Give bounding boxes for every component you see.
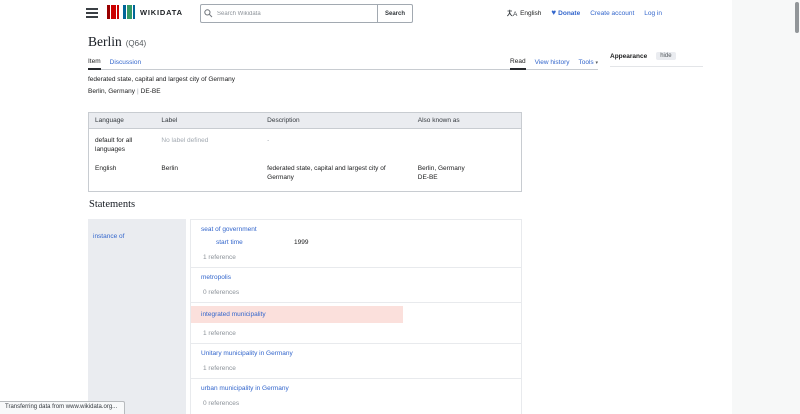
references-toggle[interactable]: 0 references — [191, 400, 521, 407]
qualifier-row: start time 1999 — [191, 238, 521, 247]
cell-also-known-as — [412, 129, 522, 160]
heart-icon: ♥ — [551, 9, 556, 17]
cell-language: default for all languages — [89, 129, 156, 160]
claim-highlight: integrated municipality — [191, 306, 403, 323]
create-account-link[interactable]: Create account — [590, 10, 634, 17]
cell-description: - — [261, 129, 412, 160]
tab-view-history[interactable]: View history — [535, 59, 570, 69]
terms-table-header-row: Language Label Description Also known as — [89, 113, 522, 129]
column-header-description: Description — [261, 113, 412, 129]
appearance-panel: Appearance hide — [610, 52, 703, 67]
language-selector[interactable]: A English — [507, 9, 541, 17]
wikidata-logo-icon — [107, 5, 135, 19]
log-in-link[interactable]: Log in — [644, 10, 662, 17]
search-input[interactable] — [200, 4, 378, 23]
appearance-hide-button[interactable]: hide — [656, 52, 675, 60]
search-bar: Search — [200, 4, 413, 23]
wikidata-logo[interactable]: WIKIDATA — [107, 5, 183, 19]
table-row: default for all languages No label defin… — [89, 129, 522, 160]
claim-value-link[interactable]: Unitary municipality in Germany — [191, 349, 521, 358]
entity-id: (Q64) — [126, 39, 146, 48]
terms-table: Language Label Description Also known as… — [88, 112, 522, 192]
search-button[interactable]: Search — [378, 4, 413, 23]
entity-description: federated state, capital and largest cit… — [88, 74, 528, 86]
claim-value-link[interactable]: metropolis — [191, 273, 521, 282]
chevron-down-icon: ▾ — [595, 60, 598, 66]
view-tabs: Read View history Tools ▾ — [501, 58, 598, 69]
statement-row: urban municipality in Germany 0 referenc… — [191, 379, 521, 413]
search-icon — [204, 9, 213, 18]
page-title: Berlin — [88, 34, 122, 49]
appearance-heading: Appearance — [610, 53, 647, 60]
column-header-also-known-as: Also known as — [412, 113, 522, 129]
statement-row: metropolis 0 references — [191, 268, 521, 303]
title-section: Berlin (Q64) Item Discussion Read View hi… — [88, 33, 598, 70]
statement-row: Unitary municipality in Germany 1 refere… — [191, 344, 521, 379]
property-link-instance-of[interactable]: instance of — [93, 233, 124, 240]
statements-heading: Statements — [89, 199, 135, 210]
references-toggle[interactable]: 1 reference — [191, 365, 521, 372]
statement-values-panel: seat of government start time 1999 1 ref… — [190, 219, 522, 414]
references-toggle[interactable]: 1 reference — [191, 330, 521, 337]
language-icon: A — [507, 9, 518, 17]
language-label: English — [520, 10, 541, 17]
user-links: A English ♥ Donate Create account Log in — [507, 0, 662, 26]
donate-label: Donate — [558, 10, 580, 17]
cell-label: No label defined — [155, 129, 261, 160]
donate-link[interactable]: ♥ Donate — [551, 9, 580, 17]
browser-status-bar: Transferring data from www.wikidata.org.… — [0, 401, 125, 414]
claim-value-link[interactable]: integrated municipality — [191, 310, 266, 319]
entity-summary: federated state, capital and largest cit… — [88, 74, 528, 98]
claim-value-link[interactable]: seat of government — [191, 225, 521, 234]
references-toggle[interactable]: 0 references — [191, 289, 521, 296]
wikidata-logo-text: WIKIDATA — [140, 8, 183, 17]
statement-row: seat of government start time 1999 1 ref… — [191, 220, 521, 268]
tab-discussion[interactable]: Discussion — [110, 59, 141, 69]
qualifier-value: 1999 — [294, 238, 308, 247]
table-row: English Berlin federated state, capital … — [89, 159, 522, 192]
references-toggle[interactable]: 1 reference — [191, 254, 521, 261]
cell-description: federated state, capital and largest cit… — [261, 159, 412, 192]
column-header-language: Language — [89, 113, 156, 129]
qualifier-property-link[interactable]: start time — [216, 238, 294, 247]
entity-aliases: Berlin, Germany|DE-BE — [88, 86, 528, 98]
cell-label: Berlin — [155, 159, 261, 192]
page-gutter — [732, 0, 800, 414]
statement-group: instance of seat of government start tim… — [88, 219, 522, 414]
tab-item[interactable]: Item — [88, 58, 101, 70]
statement-property-cell: instance of — [88, 219, 186, 414]
tab-read[interactable]: Read — [510, 58, 526, 70]
tabs-row: Item Discussion Read View history Tools … — [88, 56, 598, 70]
statement-row-highlighted: integrated municipality 1 reference — [191, 303, 521, 344]
header: WIKIDATA Search A English ♥ Donate Creat… — [0, 0, 732, 26]
cell-also-known-as: Berlin, Germany DE-BE — [412, 159, 522, 192]
column-header-label: Label — [155, 113, 261, 129]
scrollbar-thumb[interactable] — [795, 2, 799, 33]
tab-tools-menu[interactable]: Tools ▾ — [578, 59, 598, 69]
svg-text:A: A — [513, 11, 518, 17]
claim-value-link[interactable]: urban municipality in Germany — [191, 384, 521, 393]
hamburger-menu-icon[interactable] — [86, 8, 98, 18]
cell-language: English — [89, 159, 156, 192]
